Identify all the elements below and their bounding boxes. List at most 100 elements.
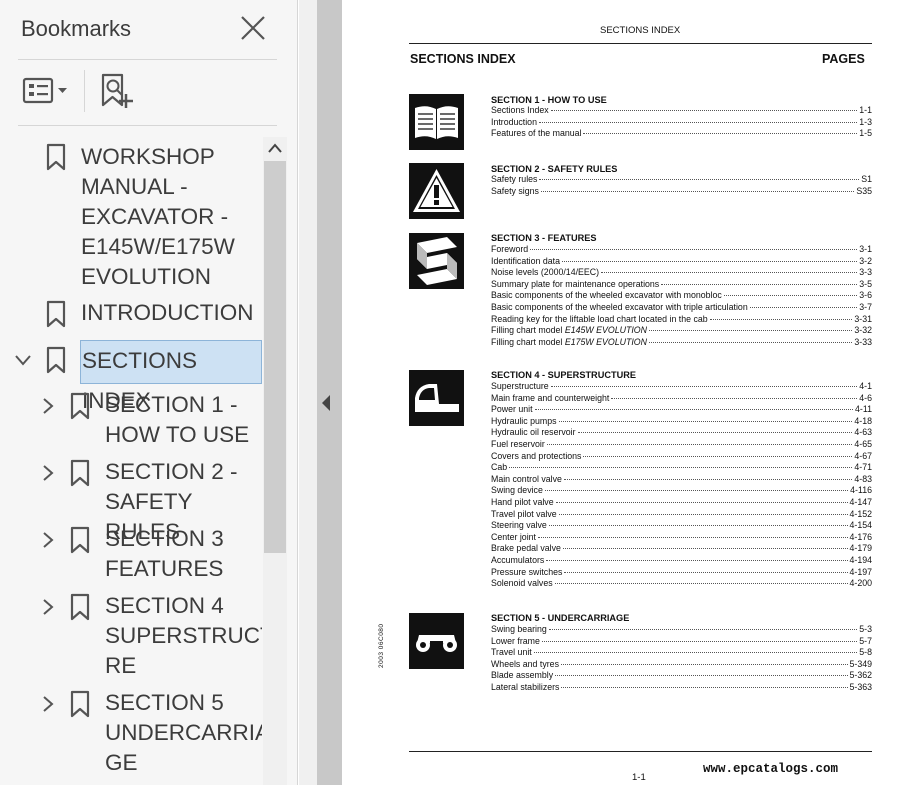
new-bookmark-button[interactable] xyxy=(98,72,134,110)
entry-title: Power unit xyxy=(491,404,534,416)
index-entry[interactable]: Fuel reservoir 4-65 xyxy=(491,439,872,451)
index-entry[interactable]: Superstructure 4-1 xyxy=(491,381,872,393)
entry-title: Lower frame xyxy=(491,636,541,648)
entry-text: Pressure switches xyxy=(491,566,563,577)
bookmark-label: SECTION 5 UNDERCARRIA GE xyxy=(105,690,262,775)
index-entry[interactable]: Features of the manual 1-5 xyxy=(491,128,872,140)
entry-text: Filling chart model xyxy=(491,325,565,336)
index-entry[interactable]: Wheels and tyres 5-349 xyxy=(491,659,872,671)
index-entry[interactable]: Identification data 3-2 xyxy=(491,256,872,268)
warning-triangle-icon xyxy=(409,163,464,219)
index-entry[interactable]: Blade assembly 5-362 xyxy=(491,670,872,682)
bookmark-introduction[interactable]: INTRODUCTION xyxy=(0,297,262,331)
index-entry[interactable]: Basic components of the wheeled excavato… xyxy=(491,290,872,302)
index-entry[interactable]: Cab 4-71 xyxy=(491,462,872,474)
index-entry[interactable]: Pressure switches 4-197 xyxy=(491,567,872,579)
entry-page: 3-7 xyxy=(859,301,872,312)
dot-leader xyxy=(541,640,858,642)
dot-leader xyxy=(540,190,855,192)
dot-leader xyxy=(538,121,858,123)
index-entry[interactable]: Foreword 3-1 xyxy=(491,244,872,256)
index-entry[interactable]: Hydraulic pumps 4-18 xyxy=(491,416,872,428)
index-entry[interactable]: Main control valve 4-83 xyxy=(491,474,872,486)
index-entry[interactable]: Steering valve 4-154 xyxy=(491,520,872,532)
chevron-right-icon[interactable] xyxy=(40,532,56,548)
entry-page: 5-8 xyxy=(859,647,872,658)
index-entry[interactable]: Swing device 4-116 xyxy=(491,485,872,497)
index-entry[interactable]: Hand pilot valve 4-147 xyxy=(491,497,872,509)
entry-page: 3-31 xyxy=(854,313,872,324)
index-entry[interactable]: Swing bearing 5-3 xyxy=(491,624,872,636)
index-entry[interactable]: Main frame and counterweight 4-6 xyxy=(491,393,872,405)
bookmark-icon xyxy=(46,300,66,328)
index-entry[interactable]: Travel unit 5-8 xyxy=(491,647,872,659)
bookmarks-scrollbar[interactable] xyxy=(263,137,287,785)
entry-text: Cab xyxy=(491,462,508,473)
entry-page: 4-179 xyxy=(849,543,873,554)
bookmark-section-2[interactable]: SECTION 2 - SAFETY RULES xyxy=(0,457,262,544)
scroll-thumb[interactable] xyxy=(264,161,286,553)
collapse-panel-handle[interactable] xyxy=(317,0,342,785)
entry-page: 4-65 xyxy=(854,438,872,449)
dot-leader xyxy=(611,397,858,399)
chevron-right-icon[interactable] xyxy=(40,465,56,481)
index-entry[interactable]: Introduction 1-3 xyxy=(491,117,872,129)
bookmark-section-3[interactable]: SECTION 3 FEATURES xyxy=(0,524,262,586)
entry-text: Basic components of the wheeled excavato… xyxy=(491,290,722,301)
index-entry[interactable]: Travel pilot valve 4-152 xyxy=(491,509,872,521)
index-entry[interactable]: Filling chart model E145W EVOLUTION 3-32 xyxy=(491,325,872,337)
index-entry[interactable]: Reading key for the liftable load chart … xyxy=(491,314,872,326)
entry-page: S1 xyxy=(861,174,872,184)
entry-text: Accumulators xyxy=(491,554,545,565)
entry-title: Summary plate for maintenance operations xyxy=(491,279,660,291)
entry-text: Fuel reservoir xyxy=(491,438,545,449)
entry-page: S35 xyxy=(856,185,872,196)
dot-leader xyxy=(583,133,858,135)
dot-leader xyxy=(709,318,853,320)
index-entry[interactable]: Power unit 4-11 xyxy=(491,404,872,416)
bookmark-workshop-manual[interactable]: WORKSHOP MANUAL - EXCAVATOR - E145W/E175… xyxy=(0,142,262,292)
dot-leader xyxy=(546,443,853,445)
index-entry[interactable]: Center joint 4-176 xyxy=(491,532,872,544)
dot-leader xyxy=(577,432,853,434)
dot-leader xyxy=(749,306,858,308)
index-entry[interactable]: Accumulators 4-194 xyxy=(491,555,872,567)
bookmark-icon xyxy=(70,593,90,621)
entry-list: Foreword 3-1 Identification data 3-2 Noise l… xyxy=(491,244,872,348)
index-entry[interactable]: Lateral stabilizers 5-363 xyxy=(491,682,872,694)
index-entry[interactable]: Noise levels (2000/14/EEC) 3-3 xyxy=(491,267,872,279)
entry-title: Basic components of the wheeled excavato… xyxy=(491,302,749,314)
chevron-down-icon[interactable] xyxy=(15,352,31,368)
index-entry[interactable]: Filling chart model E175W EVOLUTION 3-33 xyxy=(491,337,872,349)
entry-model: E175W EVOLUTION xyxy=(564,336,647,347)
entry-title: Filling chart model E175W EVOLUTION xyxy=(491,337,648,349)
index-entry[interactable]: Brake pedal valve 4-179 xyxy=(491,543,872,555)
entry-page: 3-33 xyxy=(854,336,872,347)
entry-list: Swing bearing 5-3 Lower frame 5-7 Travel uni… xyxy=(491,624,872,694)
entry-text: Lateral stabilizers xyxy=(491,681,560,692)
entry-title: Introduction xyxy=(491,117,538,129)
chevron-right-icon[interactable] xyxy=(40,696,56,712)
close-panel-button[interactable] xyxy=(239,14,267,42)
index-entry[interactable]: Solenoid valves 4-200 xyxy=(491,578,872,590)
index-entry[interactable]: Lower frame 5-7 xyxy=(491,636,872,648)
bookmark-section-5[interactable]: SECTION 5 UNDERCARRIA GE xyxy=(0,688,262,780)
index-entry[interactable]: Sections Index 1-1 xyxy=(491,105,872,117)
chevron-right-icon[interactable] xyxy=(40,599,56,615)
website-link[interactable]: www.epcatalogs.com xyxy=(703,762,838,776)
open-book-icon xyxy=(409,94,464,150)
scroll-up-button[interactable] xyxy=(263,137,287,161)
bookmark-options-button[interactable] xyxy=(22,74,70,108)
bookmark-section-4[interactable]: SECTION 4 SUPERSTRUCTU RE xyxy=(0,591,262,683)
index-entry[interactable]: Safety rules S1 xyxy=(491,174,872,186)
section-title: SECTION 1 - HOW TO USE xyxy=(491,95,607,105)
entry-title: Travel pilot valve xyxy=(491,509,558,521)
index-entry[interactable]: Basic components of the wheeled excavato… xyxy=(491,302,872,314)
bookmark-sections-index[interactable]: SECTIONS INDEX xyxy=(0,340,262,413)
index-entry[interactable]: Covers and protections 4-67 xyxy=(491,451,872,463)
index-entry[interactable]: Safety signs S35 xyxy=(491,186,872,198)
bookmark-section-1[interactable]: SECTION 1 - HOW TO USE xyxy=(0,390,262,452)
chevron-right-icon[interactable] xyxy=(40,398,56,414)
index-entry[interactable]: Summary plate for maintenance operations… xyxy=(491,279,872,291)
index-entry[interactable]: Hydraulic oil reservoir 4-63 xyxy=(491,427,872,439)
